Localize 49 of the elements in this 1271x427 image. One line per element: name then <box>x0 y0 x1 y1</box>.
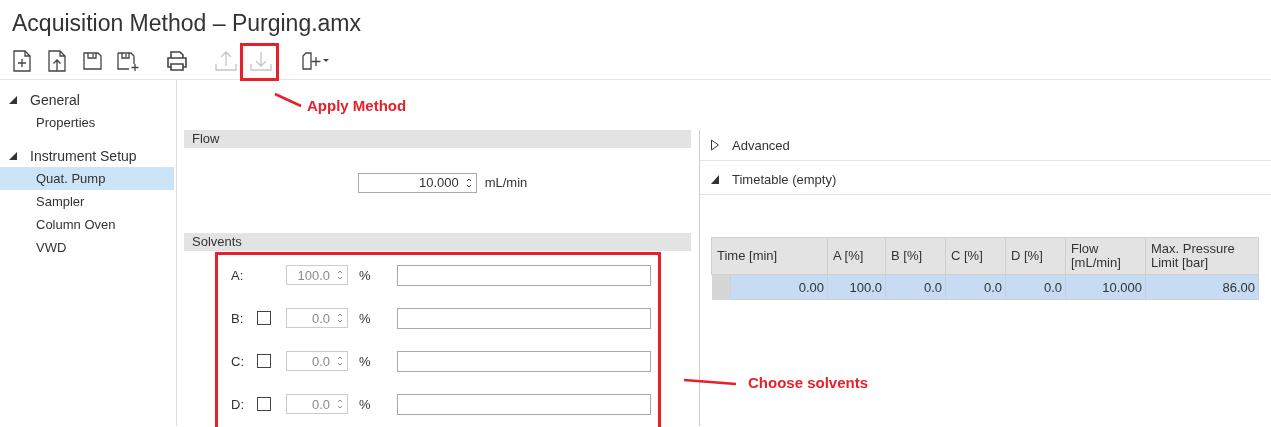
solvent-name-field[interactable] <box>397 307 651 329</box>
tree-node[interactable]: General <box>0 88 176 111</box>
spin-field[interactable]: 10.000 <box>357 172 477 193</box>
tree-node-label: Instrument Setup <box>30 147 137 164</box>
tree-node[interactable]: Instrument Setup <box>0 144 176 167</box>
table-cell: 10.000 <box>1065 274 1146 300</box>
column-header[interactable]: D [%] <box>1005 237 1066 275</box>
expanded-triangle-icon[interactable] <box>8 150 18 161</box>
solvent-label: D: <box>231 396 245 412</box>
column-header[interactable]: C [%] <box>945 237 1006 275</box>
section-header: Solvents <box>184 233 691 251</box>
solvent-name-field[interactable] <box>397 264 651 286</box>
column-header[interactable]: Max. Pressure Limit [bar] <box>1145 237 1259 275</box>
expanded-triangle-icon[interactable] <box>8 94 18 105</box>
solvent-name-field[interactable] <box>397 350 651 372</box>
unit-label: mL/min <box>484 175 528 190</box>
expanded-triangle-icon[interactable] <box>710 173 720 185</box>
tree-item[interactable]: Quat. Pump <box>0 167 174 190</box>
annotation-label: Choose solvents <box>748 374 869 391</box>
tree-item[interactable]: Column Oven <box>0 213 176 236</box>
solvent-label: A: <box>231 267 245 283</box>
solvent-label: B: <box>231 310 245 326</box>
expander-label: Timetable (empty) <box>732 171 837 187</box>
tree-item[interactable]: Properties <box>0 111 176 134</box>
solvent-label: C: <box>231 353 245 369</box>
annotation-label: Apply Method <box>307 97 407 114</box>
expander-label: Advanced <box>732 137 790 153</box>
unit-label: % <box>359 396 372 412</box>
leader-line <box>682 378 738 386</box>
column-header[interactable]: B [%] <box>885 237 946 275</box>
unit-label: % <box>359 353 372 369</box>
highlight-box <box>240 43 279 81</box>
leader-line <box>273 92 303 108</box>
tree-node-label: General <box>30 91 80 108</box>
table-cell: 0.00 <box>730 274 828 300</box>
unit-label: % <box>359 310 372 326</box>
solvent-name-field[interactable] <box>397 393 651 415</box>
collapsed-triangle-icon[interactable] <box>710 139 720 151</box>
unit-label: % <box>359 267 372 283</box>
tree-item[interactable]: Sampler <box>0 190 176 213</box>
column-header[interactable]: Time [min] <box>711 237 828 275</box>
expander-header[interactable]: Advanced <box>700 130 1271 161</box>
tree-item[interactable]: VWD <box>0 236 176 259</box>
section-header: Flow <box>184 130 691 148</box>
column-header[interactable]: Flow [mL/min] <box>1065 237 1146 275</box>
expander-header[interactable]: Timetable (empty) <box>700 164 1271 195</box>
column-header[interactable]: A [%] <box>827 237 886 275</box>
window-title: Acquisition Method – Purging.amx <box>11 9 363 38</box>
table-cell: 86.00 <box>1145 274 1259 300</box>
